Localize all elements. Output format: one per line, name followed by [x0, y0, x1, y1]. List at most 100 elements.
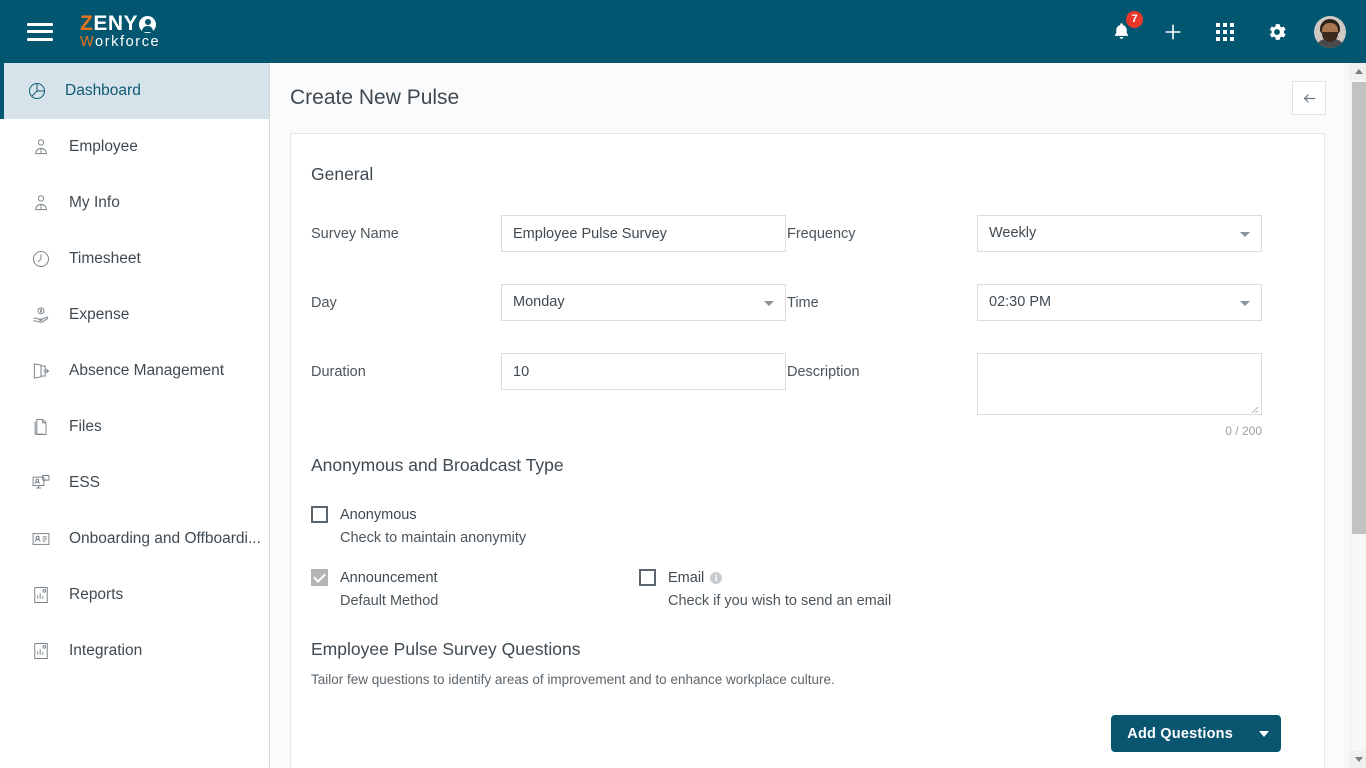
logo-sub-text: orkforce — [95, 34, 161, 51]
anonymous-row: Anonymous Check to maintain anonymity — [311, 506, 1304, 546]
day-select[interactable]: Monday — [501, 284, 786, 321]
top-actions: 7 — [1106, 9, 1346, 48]
sidebar-item-timesheet[interactable]: Timesheet — [0, 231, 269, 287]
main-content-area: Create New Pulse General Survey Name Fre… — [271, 63, 1344, 768]
notifications-button[interactable]: 7 — [1106, 9, 1144, 47]
broadcast-section-title: Anonymous and Broadcast Type — [311, 455, 564, 475]
description-textarea[interactable] — [977, 353, 1262, 415]
day-value: Monday — [513, 294, 565, 310]
add-button[interactable] — [1158, 17, 1188, 47]
sidebar-item-expense[interactable]: Expense — [0, 287, 269, 343]
sidebar-item-label: ESS — [69, 474, 101, 491]
scroll-down-button[interactable] — [1351, 751, 1366, 768]
sidebar-item-label: Expense — [69, 306, 130, 323]
sidebar-item-label: Reports — [69, 586, 124, 603]
email-checkbox[interactable] — [639, 569, 656, 586]
time-select[interactable]: 02:30 PM — [977, 284, 1262, 321]
id-card-icon — [30, 528, 52, 550]
add-questions-dropdown-toggle[interactable] — [1247, 715, 1281, 752]
time-value: 02:30 PM — [989, 294, 1052, 310]
app-logo[interactable]: Z ENY Workforce — [80, 13, 160, 50]
sidebar-item-employee[interactable]: Employee — [0, 119, 269, 175]
logo-name-text: ENY — [93, 12, 139, 36]
report-chart-icon — [30, 584, 52, 606]
top-header-bar: Z ENY Workforce 7 — [0, 0, 1366, 63]
general-form-grid: Survey Name Frequency Weekly Day Monday … — [311, 215, 1304, 438]
sidebar-item-my-info[interactable]: My Info — [0, 175, 269, 231]
settings-button[interactable] — [1262, 17, 1292, 47]
announcement-help-text: Default Method — [340, 593, 439, 609]
duration-input[interactable] — [501, 353, 786, 390]
frequency-select[interactable]: Weekly — [977, 215, 1262, 252]
sidebar-item-reports[interactable]: Reports — [0, 567, 269, 623]
general-section-title: General — [311, 164, 374, 184]
notification-count-badge: 7 — [1125, 9, 1144, 29]
plus-icon — [1165, 24, 1181, 39]
chevron-down-icon — [1240, 232, 1250, 237]
time-field: 02:30 PM — [977, 284, 1263, 353]
survey-name-field — [501, 215, 787, 284]
add-questions-split-button[interactable]: Add Questions — [1111, 715, 1281, 752]
caret-down-icon — [1355, 757, 1363, 762]
chevron-down-icon — [764, 301, 774, 306]
file-icon — [30, 416, 52, 438]
day-field: Monday — [501, 284, 787, 353]
sidebar-navigation: Dashboard Employee My Info Timesheet Exp… — [0, 63, 270, 768]
gear-icon — [1269, 23, 1286, 40]
frequency-label: Frequency — [787, 226, 856, 242]
clock-icon — [30, 248, 52, 270]
desktop-user-icon — [30, 472, 52, 494]
page-header: Create New Pulse — [271, 63, 1344, 133]
back-button[interactable] — [1292, 81, 1326, 115]
scrollbar-thumb[interactable] — [1352, 82, 1366, 534]
caret-up-icon — [1355, 69, 1363, 74]
broadcast-checkbox-group: Anonymous Check to maintain anonymity An… — [311, 506, 1304, 609]
description-field: 0 / 200 — [977, 353, 1263, 438]
announcement-checkbox[interactable] — [311, 569, 328, 586]
pie-chart-icon — [26, 80, 48, 102]
survey-name-input[interactable] — [501, 215, 786, 252]
money-hand-icon — [30, 304, 52, 326]
day-label: Day — [311, 295, 337, 311]
email-label-text: Email — [668, 569, 705, 586]
hamburger-menu-icon[interactable] — [27, 22, 53, 41]
info-icon[interactable]: i — [710, 571, 723, 584]
scroll-up-button[interactable] — [1351, 63, 1366, 80]
frequency-value: Weekly — [989, 225, 1037, 241]
sidebar-item-files[interactable]: Files — [0, 399, 269, 455]
time-label: Time — [787, 295, 819, 311]
chevron-down-icon — [1259, 730, 1269, 737]
anonymous-help-text: Check to maintain anonymity — [340, 530, 527, 546]
anonymous-checkbox[interactable] — [311, 506, 328, 523]
door-exit-icon — [30, 360, 52, 382]
description-label: Description — [787, 364, 860, 380]
frequency-field: Weekly — [977, 215, 1263, 284]
create-pulse-form-card: General Survey Name Frequency Weekly Day… — [290, 133, 1325, 768]
logo-accent-letter: Z — [80, 12, 94, 36]
logo-sub-accent-letter: W — [80, 34, 96, 51]
sidebar-item-integration[interactable]: Integration — [0, 623, 269, 679]
user-avatar[interactable] — [1314, 15, 1346, 48]
questions-section-title: Employee Pulse Survey Questions — [311, 639, 581, 659]
duration-label: Duration — [311, 364, 366, 380]
sidebar-item-absence-management[interactable]: Absence Management — [0, 343, 269, 399]
page-title: Create New Pulse — [290, 86, 460, 109]
add-questions-button-label[interactable]: Add Questions — [1111, 715, 1247, 752]
questions-action-row: Add Questions — [311, 715, 1304, 752]
sidebar-item-label: Dashboard — [65, 82, 141, 99]
survey-name-label: Survey Name — [311, 226, 399, 242]
description-char-counter: 0 / 200 — [1225, 424, 1262, 438]
arrow-left-icon — [1303, 93, 1315, 103]
email-label: Email i — [668, 569, 723, 586]
employee-icon — [30, 136, 52, 158]
sidebar-item-ess[interactable]: ESS — [0, 455, 269, 511]
page-vertical-scrollbar[interactable] — [1350, 63, 1366, 768]
sidebar-item-dashboard[interactable]: Dashboard — [0, 63, 269, 119]
apps-button[interactable] — [1210, 17, 1240, 47]
content-scroll-gutter — [1343, 63, 1350, 768]
report-chart-icon — [30, 640, 52, 662]
sidebar-item-label: Employee — [69, 138, 138, 155]
sidebar-item-onboarding-offboarding[interactable]: Onboarding and Offboardi... — [0, 511, 269, 567]
sidebar-item-label: Integration — [69, 642, 143, 659]
sidebar-item-label: My Info — [69, 194, 120, 211]
